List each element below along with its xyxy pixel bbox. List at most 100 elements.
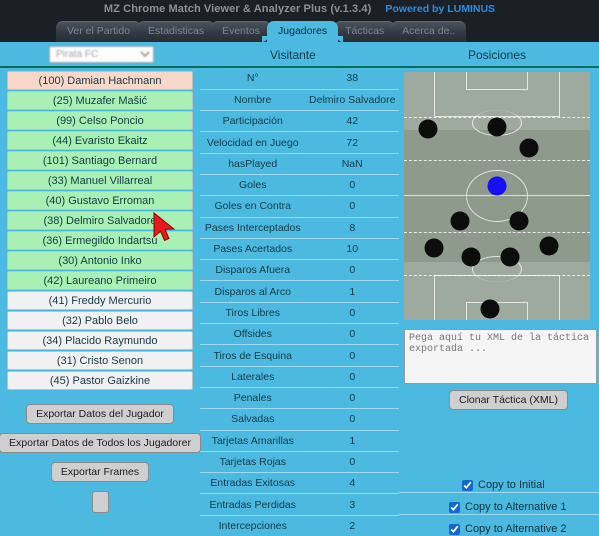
stat-key: Disparos al Arco: [200, 280, 306, 303]
zone-line-2: [404, 160, 590, 161]
football-pitch[interactable]: [404, 72, 590, 320]
player-list-item[interactable]: (36) Ermegildo Indartsu: [7, 231, 193, 250]
player-list-item[interactable]: (101) Santiago Bernard: [7, 151, 193, 170]
copy-to-alternative-1-row[interactable]: Copy to Alternative 1: [449, 501, 567, 513]
stat-key: Goles en Contra: [200, 195, 306, 218]
player-list-item[interactable]: (33) Manuel Villarreal: [7, 171, 193, 190]
stat-value: Delmiro Salvadore: [305, 89, 399, 112]
stat-key: Nombre: [200, 89, 306, 112]
export-buttons-group: Exportar Datos del Jugador Exportar Dato…: [0, 404, 201, 513]
tab-acerca-de[interactable]: Acerca de..: [391, 21, 467, 42]
stat-row: Intercepciones 2: [200, 515, 399, 536]
pitch-dot[interactable]: [519, 138, 539, 158]
tactic-xml-textarea[interactable]: [404, 329, 597, 384]
player-list-item[interactable]: (31) Cristo Senon: [7, 351, 193, 370]
checkbox-divider-2: [399, 514, 599, 515]
stat-value: 4: [305, 472, 399, 495]
stat-value: 72: [305, 131, 399, 154]
export-frames-button[interactable]: Exportar Frames: [50, 462, 150, 482]
pitch-dot[interactable]: [500, 247, 520, 267]
stat-key: Goles: [200, 174, 306, 197]
zone-line-4: [404, 275, 590, 276]
export-all-players-data-button[interactable]: Exportar Datos de Todos los Jugadorer: [0, 433, 201, 453]
players-panel: (100) Damian Hachmann (25) Muzafer Mašić(…: [0, 68, 201, 536]
pitch-dot[interactable]: [424, 238, 444, 257]
stat-value: 10: [305, 238, 399, 261]
pitch-dot[interactable]: [509, 211, 529, 231]
player-stats-table: N° 38 Nombre Delmiro Salvadore Participación…: [200, 68, 399, 536]
stat-row: N° 38: [200, 68, 399, 90]
tab-jugadores[interactable]: Jugadores: [262, 21, 344, 42]
zone-line-3: [404, 232, 590, 233]
stat-value: 0: [305, 451, 399, 474]
player-list-item[interactable]: (38) Delmiro Salvadore: [7, 211, 193, 230]
pitch-dot-selected[interactable]: [487, 176, 507, 196]
player-list-item[interactable]: (34) Placido Raymundo: [7, 331, 193, 350]
stat-row: Nombre Delmiro Salvadore: [200, 89, 399, 112]
stat-row: Participación 42: [200, 110, 399, 133]
stat-value: 1: [305, 430, 399, 452]
stat-row: Velocidad en Juego 72: [200, 131, 399, 154]
window-titlebar: MZ Chrome Match Viewer & Analyzer Plus (…: [0, 0, 599, 18]
team-select-dropdown[interactable]: Pirata FC: [49, 46, 154, 63]
stat-row: Penales 0: [200, 387, 399, 410]
stat-row: Entradas Exitosas 4: [200, 472, 399, 495]
positions-panel: Clonar Táctica (XML) Copy to Initial Cop…: [399, 68, 599, 536]
pitch-dot[interactable]: [480, 299, 500, 319]
copy-to-initial-row[interactable]: Copy to Initial: [462, 479, 545, 491]
tab-estadisticas[interactable]: Estadisticas: [137, 21, 216, 42]
stat-row: Goles en Contra 0: [200, 195, 399, 218]
stat-row: hasPlayed NaN: [200, 153, 399, 175]
copy-to-alternative-2-checkbox[interactable]: [449, 523, 460, 535]
stat-row: Tarjetas Amarillas 1: [200, 430, 399, 452]
stat-row: Offsides 0: [200, 323, 399, 346]
stat-row: Tiros Libres 0: [200, 302, 399, 325]
stat-key: Intercepciones: [200, 515, 306, 536]
player-list-item[interactable]: (30) Antonio Inko: [7, 251, 193, 270]
stat-key: Salvadas: [200, 408, 306, 431]
stat-key: Participación: [200, 110, 306, 133]
export-player-data-button[interactable]: Exportar Datos del Jugador: [26, 404, 174, 424]
sub-header: Pirata FC Visitante Posiciones: [0, 42, 599, 68]
player-list-item[interactable]: (32) Pablo Belo: [7, 311, 193, 330]
tab-tacticas[interactable]: Tácticas: [334, 21, 396, 42]
stat-row: Entradas Perdidas 3: [200, 493, 399, 516]
pitch-dot[interactable]: [539, 236, 559, 256]
stat-value: 2: [305, 515, 399, 536]
player-list-item[interactable]: (45) Pastor Gaizkine: [7, 371, 193, 390]
pitch-dot[interactable]: [487, 117, 507, 137]
tab-ver-el-partido[interactable]: Ver el Partido: [56, 21, 142, 42]
stat-row: Tiros de Esquina 0: [200, 344, 399, 367]
pitch-dot[interactable]: [418, 119, 438, 139]
copy-to-alternative-2-row[interactable]: Copy to Alternative 2: [449, 523, 567, 535]
player-list-item[interactable]: (100) Damian Hachmann: [7, 71, 193, 90]
player-stats-panel: N° 38 Nombre Delmiro Salvadore Participación…: [200, 68, 399, 536]
stat-row: Disparos al Arco 1: [200, 280, 399, 303]
clone-tactic-button[interactable]: Clonar Táctica (XML): [449, 390, 569, 410]
stat-key: hasPlayed: [200, 153, 306, 175]
tab-bar: Ver el Partido Estadisticas Eventos Juga…: [0, 18, 599, 42]
stat-row: Disparos Afuera 0: [200, 259, 399, 282]
stat-key: Tarjetas Amarillas: [200, 430, 306, 452]
player-list-item[interactable]: (42) Laureano Primeiro: [7, 271, 193, 290]
stat-value: 0: [305, 195, 399, 218]
player-list-item[interactable]: (40) Gustavo Erroman: [7, 191, 193, 210]
stat-value: 0: [305, 344, 399, 367]
header-divider: [0, 66, 599, 68]
copy-to-initial-checkbox[interactable]: [462, 479, 473, 491]
player-list-item[interactable]: (41) Freddy Mercurio: [7, 291, 193, 310]
powered-by-label: Powered by LUMINUS: [385, 3, 496, 15]
stat-value: 0: [305, 408, 399, 431]
player-list-item[interactable]: (44) Evaristo Ekaitz: [7, 131, 193, 150]
pitch-container[interactable]: [404, 72, 590, 320]
pitch-dot[interactable]: [450, 211, 470, 231]
player-list-item[interactable]: (25) Muzafer Mašić: [7, 91, 193, 110]
stat-row: Pases Acertados 10: [200, 238, 399, 261]
copy-to-alternative-2-label: Copy to Alternative 2: [465, 523, 567, 535]
player-list-item[interactable]: (99) Celso Poncio: [7, 111, 193, 130]
blank-button[interactable]: [91, 491, 109, 513]
copy-to-alternative-1-checkbox[interactable]: [449, 501, 460, 513]
posiciones-label: Posiciones: [468, 48, 527, 62]
pitch-dot[interactable]: [461, 247, 481, 267]
stat-value: 0: [305, 174, 399, 197]
